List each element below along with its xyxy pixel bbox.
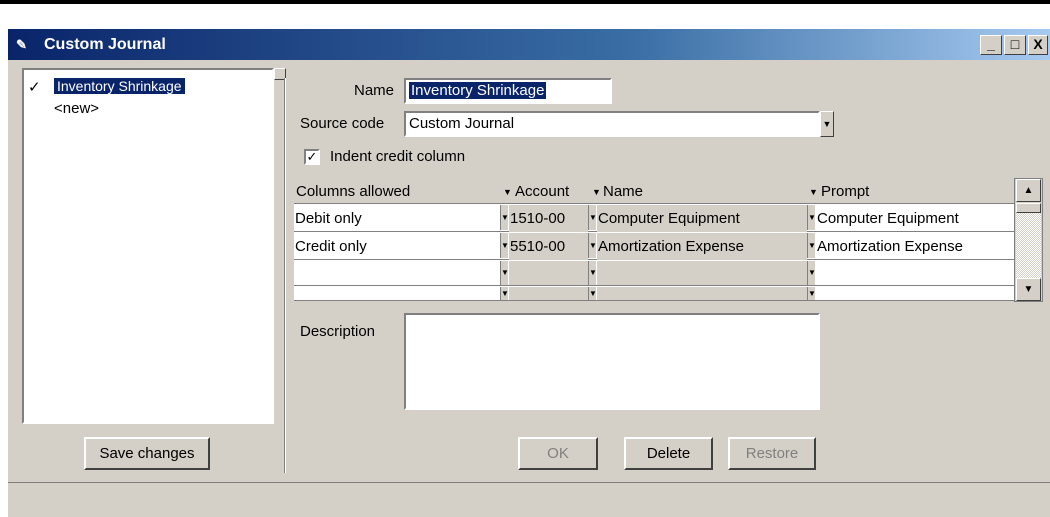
dropdown-arrow-icon[interactable]: ▼ [588,205,597,230]
cell-account[interactable]: 1510-00 [509,205,588,232]
close-button[interactable]: X [1028,35,1048,55]
dropdown-arrow-icon[interactable]: ▼ [500,205,509,230]
cell-account[interactable] [509,261,588,285]
maximize-button[interactable]: □ [1004,35,1026,55]
table-row[interactable]: Debit only ▼ 1510-00 ▼ Computer Equipmen… [294,205,1014,232]
name-label: Name [354,82,395,99]
cell-name[interactable] [597,287,807,300]
scroll-down-icon[interactable]: ▼ [1016,278,1041,301]
source-code-select[interactable]: Custom Journal [404,111,820,137]
cell-account[interactable]: 5510-00 [509,233,588,260]
source-code-label: Source code [300,115,385,132]
cell-columns-allowed[interactable] [294,261,500,285]
cell-name[interactable] [597,261,807,285]
name-input[interactable]: Inventory Shrinkage [404,78,612,104]
dropdown-arrow-icon[interactable]: ▼ [500,261,509,285]
delete-button[interactable]: Delete [624,437,713,470]
name-input-value: Inventory Shrinkage [409,82,547,99]
source-code-dropdown-button[interactable]: ▼ [820,111,834,137]
cell-prompt[interactable]: Computer Equipment [816,205,1014,232]
dropdown-arrow-icon[interactable]: ▼ [588,287,597,300]
table-row[interactable]: ▼ ▼ ▼ [294,287,1014,301]
cell-name[interactable]: Amortization Expense [597,233,807,260]
list-item-new[interactable]: <new> [54,100,99,117]
cell-prompt[interactable]: Amortization Expense [816,233,1014,260]
dropdown-arrow-icon[interactable]: ▼ [588,233,597,258]
journal-columns-grid[interactable]: Debit only ▼ 1510-00 ▼ Computer Equipmen… [294,203,1014,301]
scrollbar-track[interactable] [1016,213,1041,278]
cell-prompt[interactable] [816,261,1014,285]
minimize-button[interactable]: _ [980,35,1002,55]
sort-arrow-icon: ▼ [503,187,512,197]
checkmark-icon: ✓ [28,79,41,96]
panel-splitter[interactable] [284,78,286,473]
cell-columns-allowed[interactable]: Credit only [294,233,500,260]
column-header-account[interactable]: Account [515,181,569,203]
restore-button[interactable]: Restore [728,437,816,470]
app-icon: ✎ [16,37,27,52]
status-bar [8,482,1050,517]
indent-credit-label: Indent credit column [330,148,466,165]
dropdown-arrow-icon[interactable]: ▼ [500,287,509,300]
column-header-name[interactable]: Name [603,181,643,203]
scrollbar-thumb[interactable] [1016,203,1041,213]
dropdown-arrow-icon[interactable]: ▼ [500,233,509,258]
cell-name[interactable]: Computer Equipment [597,205,807,232]
column-header-columns-allowed[interactable]: Columns allowed [296,181,496,203]
dropdown-arrow-icon[interactable]: ▼ [807,261,816,285]
dropdown-arrow-icon[interactable]: ▼ [588,261,597,285]
description-label: Description [300,323,376,340]
table-row[interactable]: ▼ ▼ ▼ [294,261,1014,286]
save-changes-button[interactable]: Save changes [84,437,210,470]
sort-arrow-icon: ▼ [592,187,601,197]
cell-columns-allowed[interactable]: Debit only [294,205,500,232]
column-header-prompt[interactable]: Prompt [821,181,869,203]
indent-credit-checkbox[interactable]: ✓ [304,149,320,165]
sort-arrow-icon: ▼ [809,187,818,197]
scroll-up-icon[interactable]: ▲ [1016,179,1041,202]
cell-prompt[interactable] [816,287,1014,300]
list-item-inventory-shrinkage[interactable]: Inventory Shrinkage [54,78,185,94]
top-divider-line [0,0,1050,4]
dropdown-arrow-icon[interactable]: ▼ [807,205,816,230]
window-title: Custom Journal [44,36,166,53]
dropdown-arrow-icon[interactable]: ▼ [807,233,816,258]
cell-columns-allowed[interactable] [294,287,500,300]
journal-list[interactable]: ✓ Inventory Shrinkage <new> [22,68,274,424]
description-textarea[interactable] [404,313,820,410]
cell-account[interactable] [509,287,588,300]
dropdown-arrow-icon[interactable]: ▼ [807,287,816,300]
ok-button[interactable]: OK [518,437,598,470]
table-row[interactable]: Credit only ▼ 5510-00 ▼ Amortization Exp… [294,233,1014,260]
